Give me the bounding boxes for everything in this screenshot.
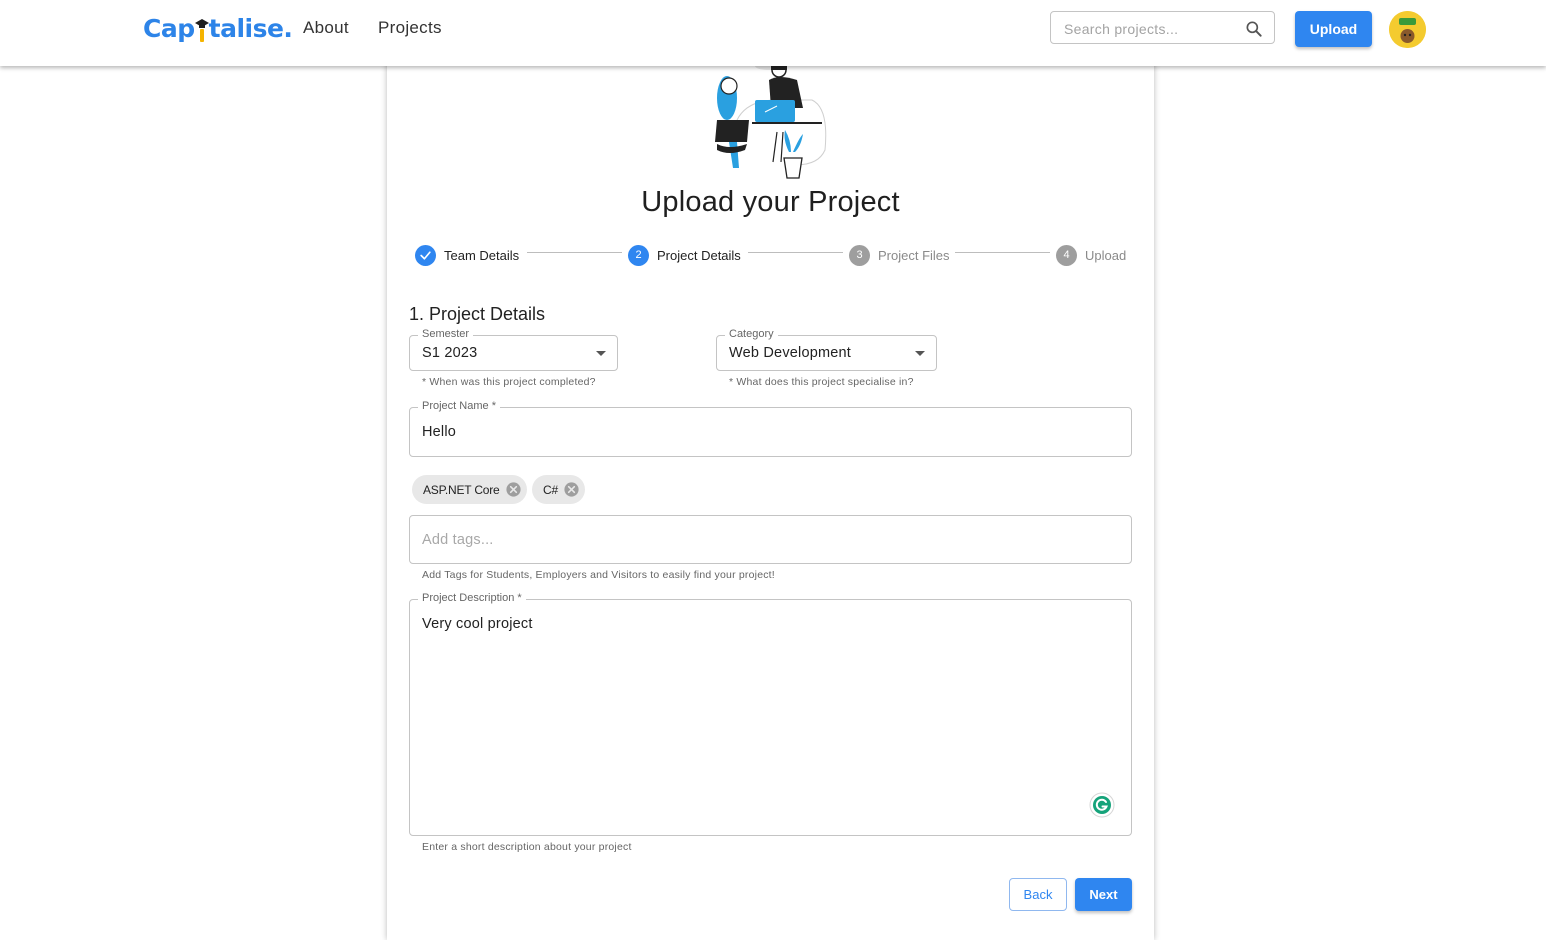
project-illustration [715,62,827,179]
app-logo[interactable]: Cap talise. [143,12,293,46]
category-value: Web Development [729,345,852,361]
project-description-value: Very cool project [422,616,533,632]
nav-projects-link[interactable]: Projects [378,18,442,38]
header-upload-button[interactable]: Upload [1295,11,1372,47]
upload-project-card: Upload your Project Team Details 2 Proje… [387,60,1154,940]
search-icon[interactable] [1244,19,1264,39]
project-name-label: Project Name * [418,400,500,412]
graduation-cap-icon [194,19,209,42]
semester-helper: * When was this project completed? [422,376,596,388]
semester-select[interactable]: Semester S1 2023 [409,328,618,371]
step-connector [748,252,843,253]
tag-input-helper: Add Tags for Students, Employers and Vis… [422,569,775,581]
tag-chip: C# [532,475,585,504]
avatar-image [1389,11,1426,48]
cancel-icon[interactable] [563,481,580,498]
chevron-down-icon[interactable] [596,351,606,356]
step-number: 4 [1056,244,1077,266]
project-description-field[interactable]: Project Description * Very cool project [409,592,1132,836]
chevron-down-icon[interactable] [915,351,925,356]
cancel-icon[interactable] [505,481,522,498]
next-button[interactable]: Next [1075,878,1132,911]
top-app-bar: Cap talise. About Projects Upload [0,0,1546,66]
grammarly-icon[interactable] [1089,792,1115,818]
back-button[interactable]: Back [1009,878,1067,911]
step-label: Team Details [444,247,520,263]
semester-label: Semester [418,328,474,340]
tag-chip: ASP.NET Core [412,475,527,504]
nav-about-link[interactable]: About [303,18,349,38]
step-number: 3 [849,244,870,266]
tag-input[interactable]: Add tags... [409,515,1132,564]
category-label: Category [725,328,778,340]
category-helper: * What does this project specialise in? [729,376,914,388]
category-select[interactable]: Category Web Development [716,328,937,371]
logo-text-left: Cap [143,14,195,43]
logo-text-right: talise. [208,14,293,43]
tag-chip-label: C# [543,482,558,497]
step-project-details: 2 Project Details [628,243,741,267]
user-avatar[interactable] [1389,11,1426,48]
step-label: Project Files [878,247,950,263]
step-connector [955,252,1050,253]
step-connector [527,252,622,253]
step-upload: 4 Upload [1056,243,1126,267]
step-number: 2 [628,244,649,266]
tag-chip-label: ASP.NET Core [423,482,500,497]
step-team-details: Team Details [415,243,519,267]
section-title: 1. Project Details [409,304,546,324]
search-input[interactable] [1062,18,1236,40]
project-name-field[interactable]: Project Name * Hello [409,400,1132,457]
step-label: Project Details [657,247,741,263]
project-description-helper: Enter a short description about your pro… [422,841,632,853]
page-title: Upload your Project [641,186,900,218]
step-project-files: 3 Project Files [849,243,950,267]
search-box [1050,11,1275,44]
project-description-label: Project Description * [418,592,526,604]
check-icon [415,244,436,266]
project-name-value: Hello [422,424,457,440]
tag-input-placeholder: Add tags... [422,532,494,548]
semester-value: S1 2023 [422,345,478,361]
step-label: Upload [1085,247,1127,263]
